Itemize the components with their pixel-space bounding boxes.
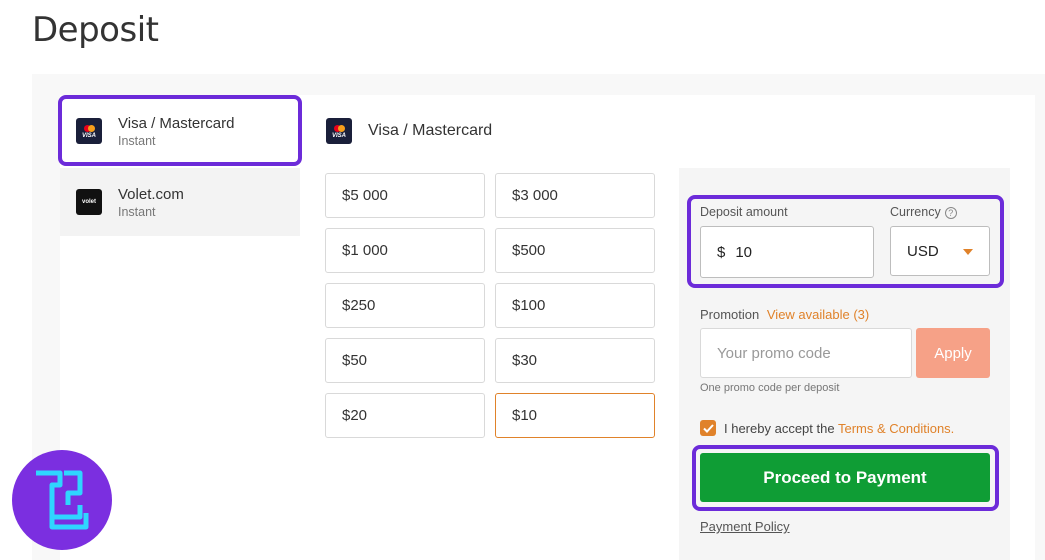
view-available-link[interactable]: View available (3) xyxy=(767,307,869,322)
payment-policy-link[interactable]: Payment Policy xyxy=(700,519,790,534)
promotion-label: Promotion View available (3) xyxy=(700,307,870,322)
sidebar-item-label: Volet.com xyxy=(118,185,184,203)
amount-option[interactable]: $5 000 xyxy=(325,173,485,218)
amount-option[interactable]: $250 xyxy=(325,283,485,328)
chevron-down-icon xyxy=(963,249,973,255)
tt-logo-icon xyxy=(36,470,89,530)
proceed-to-payment-button[interactable]: Proceed to Payment xyxy=(700,453,990,502)
sidebar-item-visa-mastercard[interactable]: VISA Visa / Mastercard Instant xyxy=(60,97,300,165)
visa-mastercard-logo: VISA xyxy=(326,118,352,144)
amount-option[interactable]: $50 xyxy=(325,338,485,383)
apply-button[interactable]: Apply xyxy=(916,328,990,378)
terms-text: I hereby accept the Terms & Conditions. xyxy=(724,421,955,436)
volet-logo: volet xyxy=(76,189,102,215)
currency-symbol: $ xyxy=(717,243,726,261)
method-header: VISA Visa / Mastercard xyxy=(326,118,492,144)
method-title: Visa / Mastercard xyxy=(368,122,493,139)
brand-logo xyxy=(12,450,112,550)
amount-option[interactable]: $1 000 xyxy=(325,228,485,273)
sidebar-item-sublabel: Instant xyxy=(118,204,156,219)
currency-select[interactable]: USD xyxy=(890,226,990,276)
sidebar-item-volet[interactable]: volet Volet.com Instant xyxy=(60,168,300,236)
deposit-amount-input[interactable]: $ 10 xyxy=(700,226,874,278)
info-icon: ? xyxy=(944,206,957,219)
deposit-amount-label: Deposit amount xyxy=(700,205,788,219)
amount-option[interactable]: $100 xyxy=(495,283,655,328)
sidebar-item-label: Visa / Mastercard xyxy=(118,114,235,132)
terms-link[interactable]: Terms & Conditions. xyxy=(838,421,954,436)
deposit-amount-value: 10 xyxy=(735,243,753,261)
checkmark-icon xyxy=(702,423,714,433)
amount-option[interactable]: $3 000 xyxy=(495,173,655,218)
terms-checkbox[interactable] xyxy=(700,420,716,436)
promo-code-input[interactable]: Your promo code xyxy=(700,328,912,378)
promo-hint: One promo code per deposit xyxy=(700,382,840,394)
page-title: Deposit xyxy=(32,10,159,50)
amount-option[interactable]: $500 xyxy=(495,228,655,273)
currency-value: USD xyxy=(907,242,939,260)
currency-label: Currency? xyxy=(890,205,957,219)
amount-option-selected[interactable]: $10 xyxy=(495,393,655,438)
amount-option[interactable]: $30 xyxy=(495,338,655,383)
amount-option[interactable]: $20 xyxy=(325,393,485,438)
sidebar-item-sublabel: Instant xyxy=(118,133,156,148)
visa-mastercard-logo: VISA xyxy=(76,118,102,144)
